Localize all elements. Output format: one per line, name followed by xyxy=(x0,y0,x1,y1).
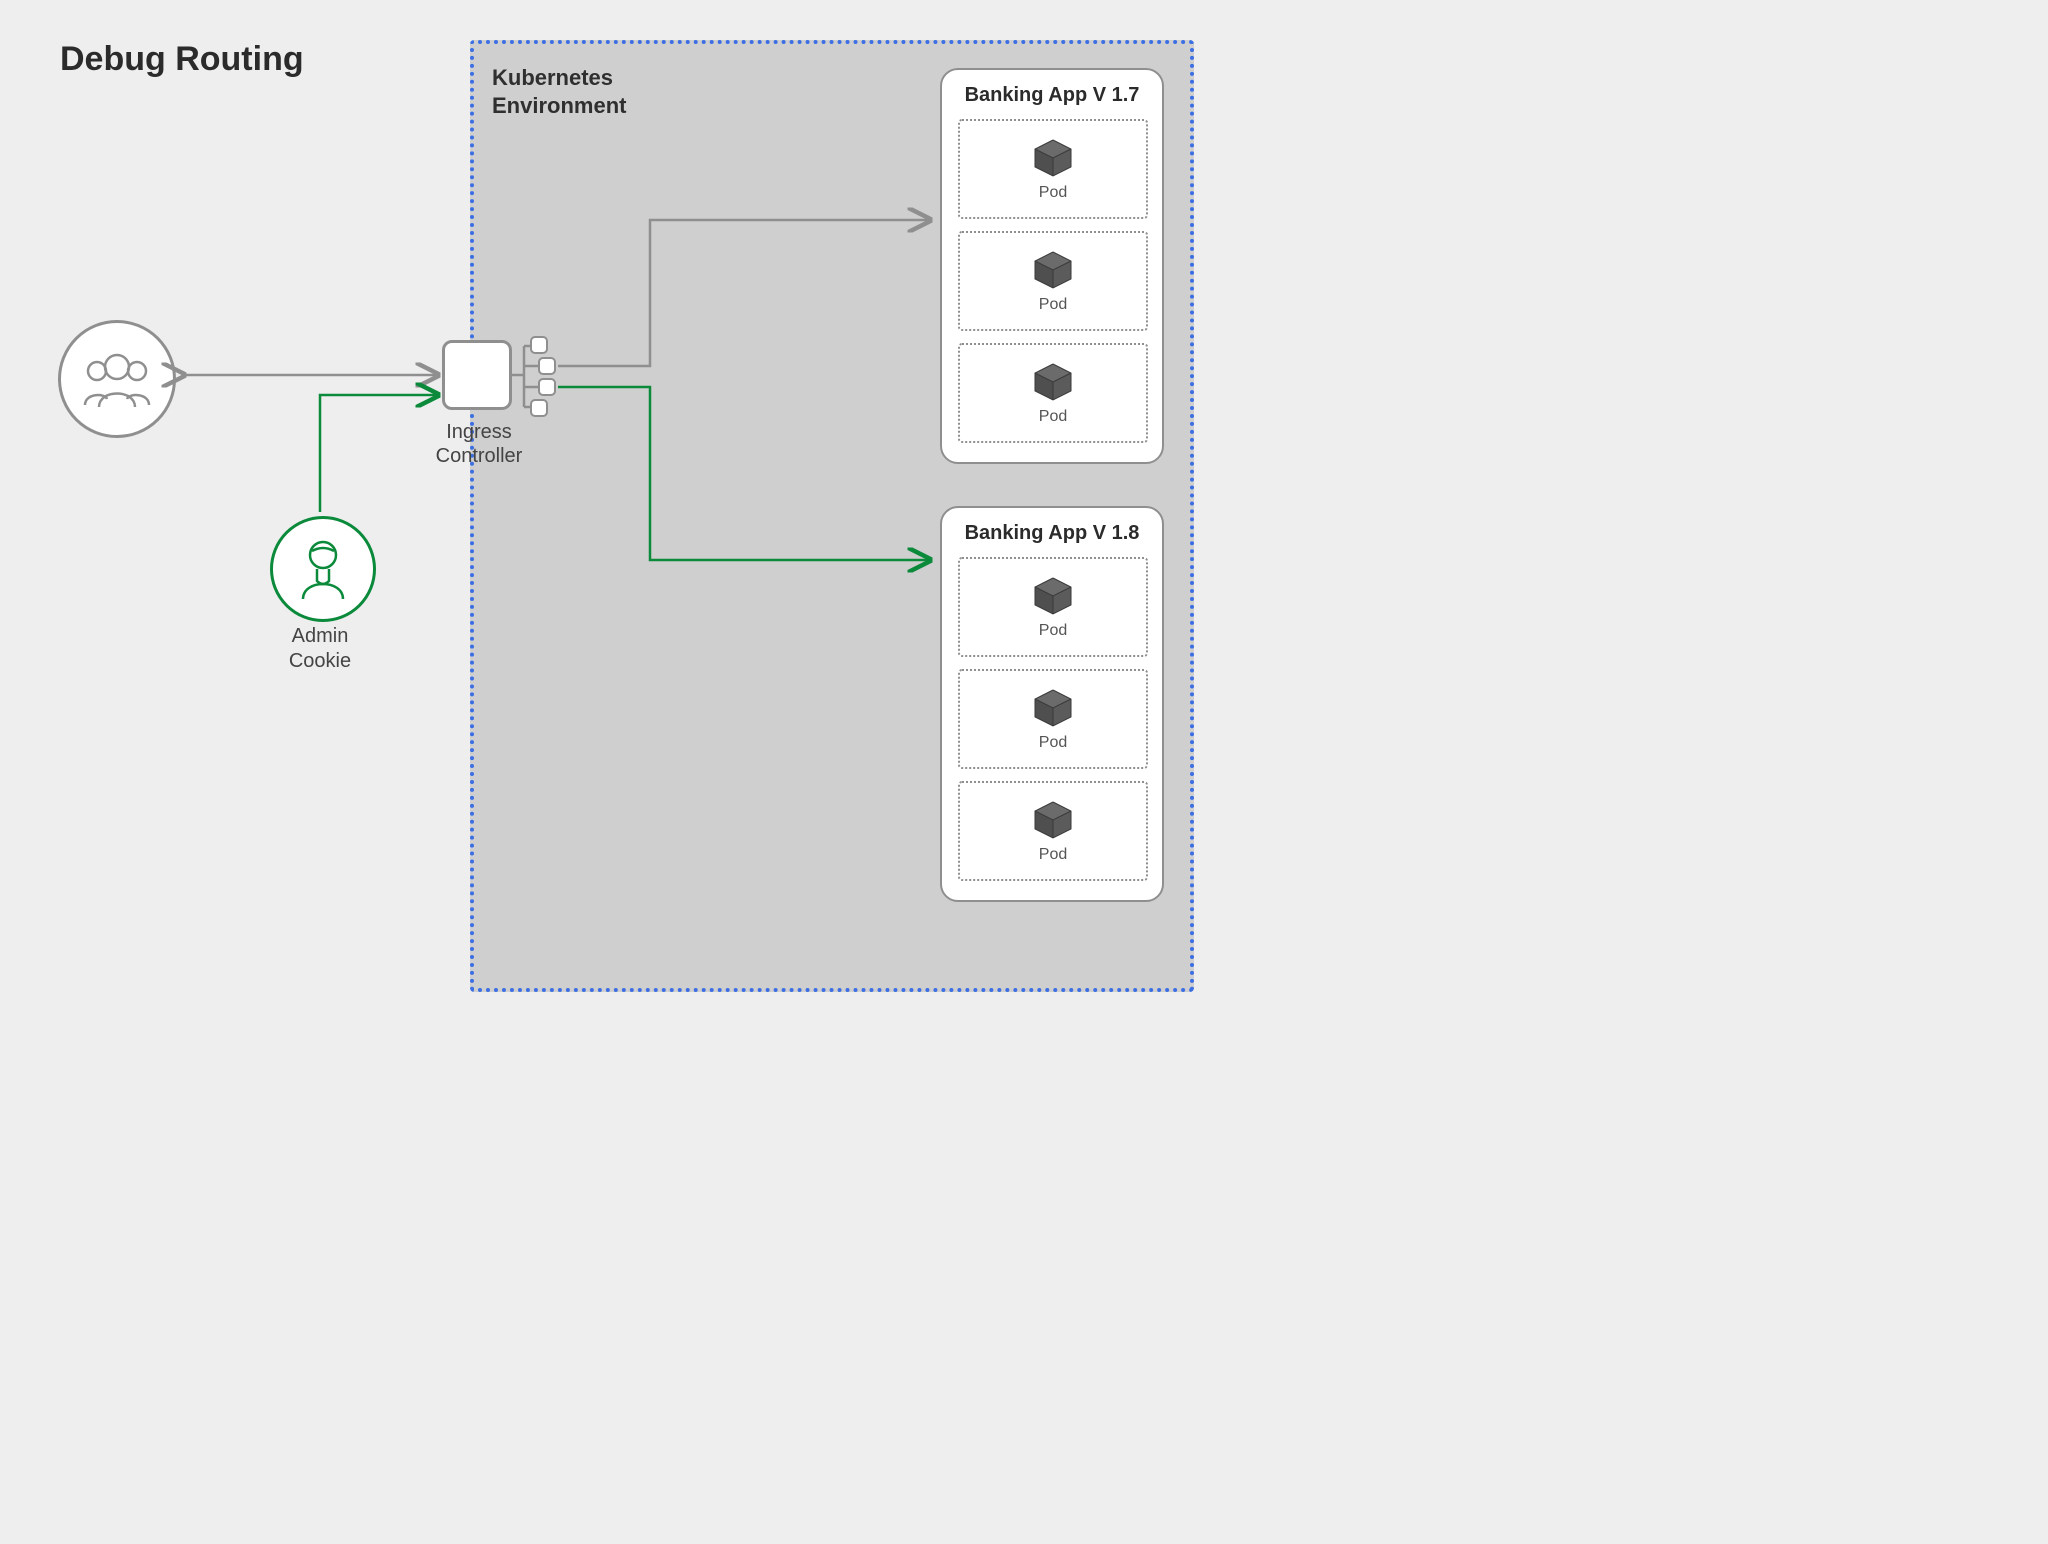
pod-v18-0: Pod xyxy=(958,557,1148,657)
cube-icon xyxy=(1031,686,1075,730)
pod-label: Pod xyxy=(1039,622,1067,640)
cube-icon xyxy=(1031,574,1075,618)
k8s-label-line2: Environment xyxy=(492,93,626,118)
admin-label-line1: Admin xyxy=(292,625,349,647)
users-node xyxy=(58,320,176,438)
ingress-output-2 xyxy=(538,357,556,375)
admin-label: Admin Cookie xyxy=(268,624,372,674)
pod-v18-2: Pod xyxy=(958,781,1148,881)
admin-label-line2: Cookie xyxy=(289,650,351,672)
ingress-label: Ingress Controller xyxy=(424,420,534,468)
pod-v17-2: Pod xyxy=(958,343,1148,443)
pod-v17-0: Pod xyxy=(958,119,1148,219)
app-title-v18: Banking App V 1.8 xyxy=(958,522,1146,545)
users-icon xyxy=(79,349,155,409)
k8s-label: Kubernetes Environment xyxy=(492,64,626,119)
pod-label: Pod xyxy=(1039,846,1067,864)
pod-label: Pod xyxy=(1039,296,1067,314)
ingress-controller-box xyxy=(442,340,512,410)
pod-label: Pod xyxy=(1039,734,1067,752)
pod-v18-1: Pod xyxy=(958,669,1148,769)
ingress-label-line2: Controller xyxy=(436,445,523,467)
ingress-output-4 xyxy=(530,399,548,417)
pod-label: Pod xyxy=(1039,184,1067,202)
pod-label: Pod xyxy=(1039,408,1067,426)
k8s-label-line1: Kubernetes xyxy=(492,65,613,90)
app-box-v18: Banking App V 1.8 Pod Pod Pod xyxy=(940,506,1164,902)
app-box-v17: Banking App V 1.7 Pod Pod Pod xyxy=(940,68,1164,464)
ingress-output-3 xyxy=(538,378,556,396)
diagram-canvas: Debug Routing Kubernetes Environment Ban… xyxy=(0,0,1536,1158)
app-title-v17: Banking App V 1.7 xyxy=(958,84,1146,107)
cube-icon xyxy=(1031,248,1075,292)
admin-node xyxy=(270,516,376,622)
cube-icon xyxy=(1031,360,1075,404)
ingress-label-line1: Ingress xyxy=(446,421,512,443)
k8s-environment-box: Kubernetes Environment Banking App V 1.7… xyxy=(470,40,1194,992)
admin-icon xyxy=(295,537,351,601)
pod-v17-1: Pod xyxy=(958,231,1148,331)
page-title: Debug Routing xyxy=(60,40,304,79)
cube-icon xyxy=(1031,136,1075,180)
cube-icon xyxy=(1031,798,1075,842)
arrow-admin-ingress xyxy=(320,395,438,512)
ingress-output-1 xyxy=(530,336,548,354)
